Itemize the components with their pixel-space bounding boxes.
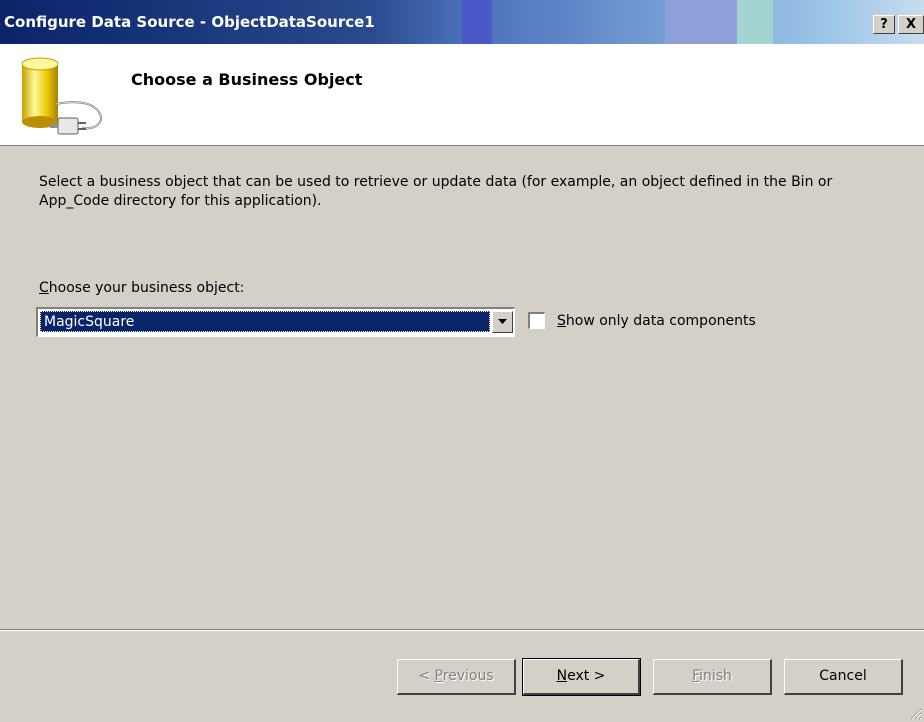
help-button[interactable]: ? bbox=[873, 15, 895, 34]
title-bar-band bbox=[665, 0, 737, 44]
cancel-button[interactable]: Cancel bbox=[784, 659, 903, 695]
show-only-data-components-label[interactable]: Show only data components bbox=[557, 313, 756, 329]
wizard-header: Choose a Business Object bbox=[0, 44, 924, 146]
button-prefix: < bbox=[418, 668, 435, 684]
accelerator-key: P bbox=[434, 668, 443, 684]
label-text: hoose your business object: bbox=[48, 280, 245, 296]
title-bar-band bbox=[462, 0, 492, 44]
database-plug-icon bbox=[21, 57, 102, 135]
business-object-dropdown[interactable]: MagicSquare bbox=[36, 307, 515, 337]
button-label: inish bbox=[699, 668, 732, 684]
window-title: Configure Data Source - ObjectDataSource… bbox=[4, 13, 375, 31]
dropdown-toggle-button[interactable] bbox=[492, 311, 513, 333]
resize-grip-icon[interactable] bbox=[908, 706, 922, 720]
finish-button[interactable]: Finish bbox=[653, 659, 772, 695]
business-object-label: Choose your business object: bbox=[39, 280, 244, 296]
dropdown-selected-value: MagicSquare bbox=[40, 311, 490, 332]
chevron-down-icon bbox=[498, 319, 507, 324]
show-only-data-components-checkbox[interactable] bbox=[528, 312, 545, 329]
description-text: Select a business object that can be use… bbox=[39, 174, 833, 209]
previous-button[interactable]: < Previous bbox=[397, 659, 516, 695]
accelerator-key: C bbox=[39, 280, 49, 296]
separator bbox=[0, 630, 924, 631]
title-bar[interactable]: Configure Data Source - ObjectDataSource… bbox=[0, 0, 924, 44]
accelerator-key: S bbox=[557, 313, 566, 329]
accelerator-key: N bbox=[556, 668, 568, 684]
button-label: ext > bbox=[567, 668, 606, 684]
close-button[interactable]: X bbox=[898, 15, 924, 34]
button-label: revious bbox=[442, 668, 494, 684]
label-text: how only data components bbox=[565, 313, 756, 329]
page-title: Choose a Business Object bbox=[131, 70, 363, 89]
next-button[interactable]: Next > bbox=[522, 658, 641, 696]
title-bar-band bbox=[737, 0, 773, 44]
